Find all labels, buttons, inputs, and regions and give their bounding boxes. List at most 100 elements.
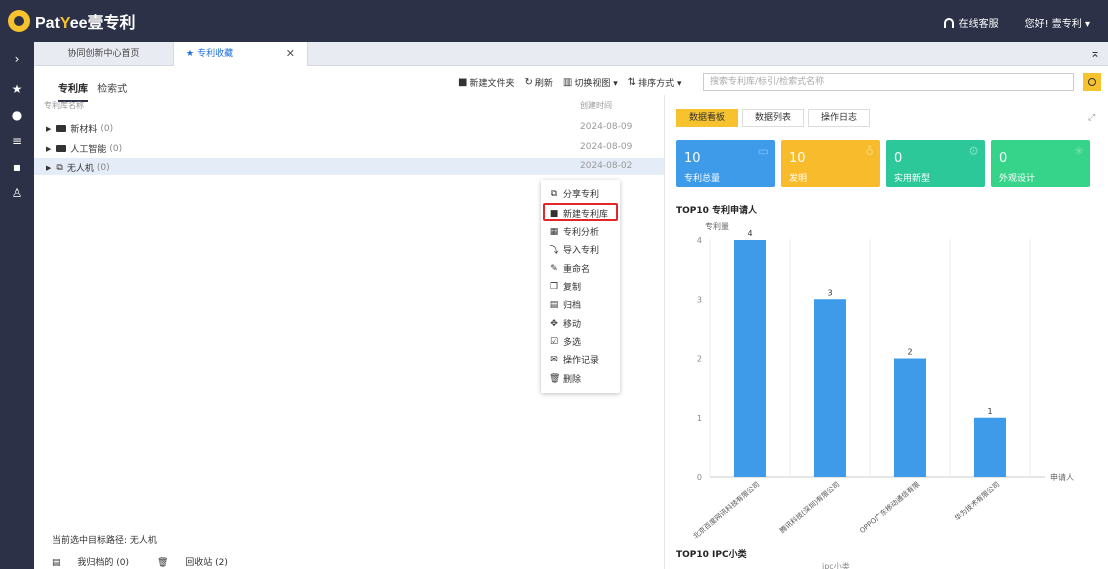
applicant-bar-chart: 专利量 0 1 2 3 4 4 北京百度网讯科技有限公司 3 腾讯科技(深圳)有限公司 2 OPPO广…: [691, 221, 1074, 541]
recycle-label: 回收站 (2): [185, 558, 228, 568]
row-name: 无人机: [66, 164, 94, 174]
sort-button[interactable]: ⇅ 排序方式 ▾: [628, 76, 682, 89]
collapse-icon[interactable]: ⌅: [1090, 46, 1100, 60]
close-icon[interactable]: ✕: [286, 42, 295, 66]
refresh-button[interactable]: ↻ 刷新: [524, 76, 552, 89]
card-utility: ⚙ 0 实用新型: [886, 140, 985, 187]
menu-item-archive[interactable]: ▤ 归档: [549, 298, 581, 312]
y-axis-label: 专利量: [705, 221, 729, 231]
card-label: 专利总量: [684, 174, 721, 184]
recycle-bin-link[interactable]: 🗑 回收站 (2): [157, 555, 242, 568]
new-folder-button[interactable]: ■ 新建文件夹: [458, 76, 514, 89]
user-nav-icon[interactable]: ♙: [0, 180, 34, 206]
menu-item-rename[interactable]: ✎ 重命名: [549, 262, 591, 276]
menu-item-share[interactable]: ⧉ 分享专利: [549, 187, 599, 201]
folder-plus-icon: ■: [458, 77, 468, 88]
archived-link[interactable]: ▤ 我归档的 (0): [52, 555, 143, 568]
tab-search-formula[interactable]: 检索式: [97, 84, 127, 95]
refresh-label: 刷新: [534, 79, 553, 89]
x-tick-label: 北京百度网讯科技有限公司: [691, 480, 761, 541]
menu-item-copy[interactable]: ❐ 复制: [549, 280, 581, 294]
document-nav-icon[interactable]: ▪: [0, 154, 34, 180]
trash-icon: 🗑: [157, 558, 172, 568]
share-folder-icon: ⧉: [56, 162, 63, 173]
menu-item-label: 删除: [563, 375, 582, 385]
menu-item-label: 导入专利: [563, 246, 600, 256]
tab-data-list[interactable]: 数据列表: [742, 109, 805, 127]
document-icon: ▭: [757, 144, 769, 158]
menu-item-import[interactable]: ⤵ 导入专利: [549, 243, 599, 256]
search-button[interactable]: [1083, 73, 1101, 91]
table-row-selected[interactable]: ▶ ⧉ 无人机 (0) 2024-08-02: [34, 158, 664, 175]
online-service-label: 在线客服: [958, 19, 999, 30]
menu-item-multiselect[interactable]: ☑ 多选: [549, 335, 582, 349]
x-tick-label: OPPO广东移动通信有限: [858, 480, 922, 535]
y-tick-label: 2: [697, 355, 702, 364]
table-row[interactable]: ▶ 新材料 (0) 2024-08-09: [34, 119, 664, 136]
share-icon: ⧉: [550, 188, 558, 199]
data-label: 4: [747, 229, 752, 238]
left-nav: › ★ ● ≡ ▪ ♙: [0, 42, 34, 569]
circle-nav-icon[interactable]: ●: [0, 102, 34, 128]
fullscreen-icon[interactable]: ⤢: [1088, 113, 1095, 123]
move-icon: ✥: [550, 318, 558, 329]
layers-nav-icon[interactable]: ≡: [0, 128, 34, 154]
tab-favorites[interactable]: ★ 专利收藏 ✕: [174, 42, 308, 66]
menu-item-log[interactable]: ✉ 操作记录: [549, 353, 599, 367]
search-input[interactable]: 搜索专利库/标引/检索式名称: [703, 73, 1074, 91]
logo-text-y: Y: [59, 15, 70, 32]
star-nav-icon[interactable]: ★: [0, 76, 34, 102]
user-menu[interactable]: 您好! 壹专利 ▾: [1025, 15, 1090, 30]
right-panel-tabs: 数据看板 数据列表 操作日志: [676, 109, 874, 127]
table-row[interactable]: ▶ 人工智能 (0) 2024-08-09: [34, 139, 664, 156]
row-name: 人工智能: [70, 145, 107, 155]
data-label: 1: [987, 407, 992, 416]
bar: [814, 299, 846, 477]
library-tabs: 专利库 检索式: [58, 80, 127, 102]
card-invention: ♁ 10 发明: [781, 140, 880, 187]
row-count: (0): [96, 162, 110, 173]
expand-arrow-icon[interactable]: ▶: [46, 125, 51, 133]
top-bar: PatYee壹专利 在线客服 您好! 壹专利 ▾: [0, 0, 1108, 42]
menu-item-label: 重命名: [563, 265, 591, 275]
menu-item-label: 多选: [563, 338, 582, 348]
tab-home[interactable]: 协同创新中心首页: [34, 42, 174, 66]
tab-favorites-label: 专利收藏: [197, 49, 234, 59]
headset-icon: [943, 17, 954, 28]
card-design: ✳ 0 外观设计: [991, 140, 1090, 187]
card-label: 外观设计: [999, 174, 1036, 184]
menu-item-analysis[interactable]: ▦ 专利分析: [549, 225, 599, 239]
menu-item-move[interactable]: ✥ 移动: [549, 317, 582, 331]
ipc-chart-title: TOP10 IPC小类: [676, 550, 747, 560]
card-label: 实用新型: [894, 174, 931, 184]
star-icon: ★: [186, 49, 195, 59]
menu-item-label: 移动: [563, 320, 582, 330]
expand-nav-icon[interactable]: ›: [0, 46, 34, 72]
menu-item-delete[interactable]: 🗑 删除: [549, 372, 582, 386]
new-folder-label: 新建文件夹: [469, 79, 515, 89]
expand-arrow-icon[interactable]: ▶: [46, 164, 51, 172]
tab-home-label: 协同创新中心首页: [67, 49, 140, 59]
card-total: ▭ 10 专利总量: [676, 140, 775, 187]
card-value: 0: [894, 151, 903, 166]
gear-icon: ⚙: [968, 144, 979, 158]
toolbar: ■ 新建文件夹 ↻ 刷新 ▥ 切换视图 ▾ ⇅ 排序方式 ▾: [458, 76, 692, 89]
footer-links: ▤ 我归档的 (0) 🗑 回收站 (2): [52, 555, 256, 568]
archived-label: 我归档的 (0): [77, 558, 129, 568]
archive-icon: ▤: [52, 558, 64, 568]
online-service-link[interactable]: 在线客服: [943, 15, 999, 30]
x-tick-label: 腾讯科技(深圳)有限公司: [778, 480, 842, 535]
import-icon: ⤵: [549, 246, 559, 256]
card-label: 发明: [789, 174, 808, 184]
tab-dashboard[interactable]: 数据看板: [676, 109, 739, 127]
y-tick-label: 4: [697, 236, 702, 245]
multiselect-icon: ☑: [549, 336, 559, 347]
switch-view-button[interactable]: ▥ 切换视图 ▾: [563, 76, 618, 89]
tab-operation-log[interactable]: 操作日志: [808, 109, 871, 127]
expand-arrow-icon[interactable]: ▶: [46, 145, 51, 153]
data-label: 2: [907, 348, 912, 357]
logo-icon: [8, 10, 30, 32]
logo[interactable]: PatYee壹专利: [8, 9, 136, 33]
sort-icon: ⇅: [627, 77, 637, 88]
logo-text-part2: ee壹专利: [69, 15, 136, 32]
